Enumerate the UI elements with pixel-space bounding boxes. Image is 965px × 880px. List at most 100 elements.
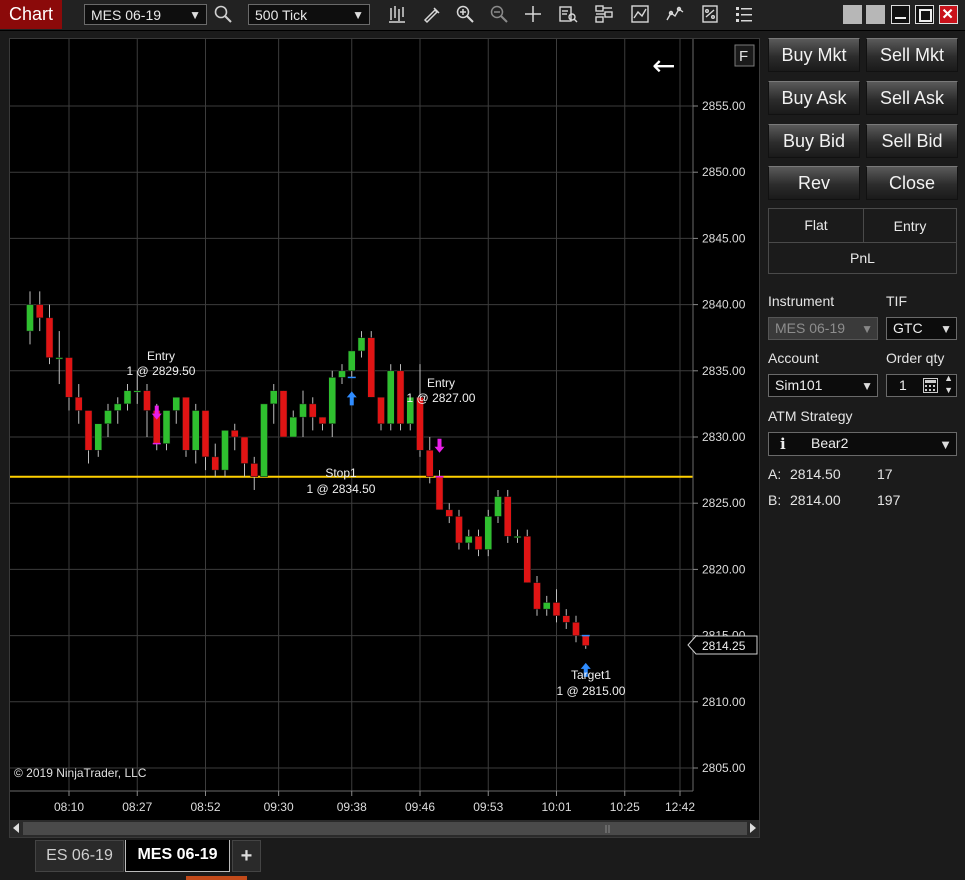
crosshair-icon[interactable] <box>522 3 544 25</box>
price-axis-label: 2840.00 <box>702 298 746 312</box>
stop-annotation-detail: 1 @ 2834.50 <box>307 482 376 496</box>
candle-body <box>504 496 512 537</box>
tif-select[interactable]: GTC ▼ <box>886 317 957 340</box>
close-position-button[interactable]: Close <box>866 166 958 200</box>
candle-body <box>513 536 522 539</box>
strategies-icon[interactable] <box>629 3 651 25</box>
candle-body <box>162 410 171 444</box>
chart-trader-panel: Buy Mkt Sell Mkt Buy Ask Sell Ask Buy Bi… <box>764 36 961 841</box>
price-axis-label: 2845.00 <box>702 231 746 245</box>
back-arrow-icon[interactable]: ← <box>652 49 675 82</box>
chart-panel[interactable]: 2805.002810.002815.002820.002825.002830.… <box>9 38 760 838</box>
candle-body <box>240 436 249 464</box>
properties-icon[interactable] <box>699 3 721 25</box>
candle-body <box>45 317 54 358</box>
qty-down-icon[interactable]: ▼ <box>944 385 953 395</box>
candle-body <box>338 370 346 378</box>
buy-ask-button[interactable]: Buy Ask <box>768 81 860 115</box>
float-button-label: F <box>739 48 748 65</box>
time-axis-label: 08:52 <box>190 800 220 814</box>
candle-body <box>133 390 141 393</box>
candle-body <box>260 403 268 477</box>
toolbar: Chart MES 06-19 ▼ 500 Tick ▼ <box>0 0 965 31</box>
candle-body <box>279 390 288 438</box>
interval-select-value: 500 Tick <box>255 7 308 23</box>
current-price-label: 2814.25 <box>702 639 746 653</box>
qty-up-icon[interactable]: ▲ <box>944 373 953 383</box>
candle-body <box>562 615 570 623</box>
candle-body <box>114 403 122 411</box>
candle-body <box>474 536 483 550</box>
instrument-select[interactable]: MES 06-19 ▼ <box>84 4 207 25</box>
candle-body <box>123 390 132 405</box>
sell-market-button[interactable]: Sell Mkt <box>866 38 958 72</box>
bid-label: B: <box>768 492 782 508</box>
zoom-in-icon[interactable] <box>454 3 476 25</box>
candle-body <box>36 304 44 319</box>
candle-body <box>250 463 258 477</box>
minimize-icon[interactable] <box>891 5 910 24</box>
data-box-icon[interactable] <box>557 3 579 25</box>
zoom-out-icon[interactable] <box>488 3 510 25</box>
add-tab-button[interactable]: + <box>232 840 261 872</box>
time-axis-label: 10:25 <box>610 800 640 814</box>
list-icon[interactable] <box>733 3 755 25</box>
candle-body <box>387 370 395 425</box>
tif-select-value: GTC <box>893 320 923 336</box>
info-icon[interactable]: i <box>780 434 786 455</box>
search-icon[interactable] <box>212 3 234 25</box>
candle-body <box>104 410 112 425</box>
candle-body <box>484 516 492 550</box>
drawing-pencil-icon[interactable] <box>420 3 442 25</box>
price-axis-label: 2835.00 <box>702 364 746 378</box>
entry-annotation-detail: 1 @ 2829.50 <box>127 364 196 378</box>
candle-body <box>299 403 307 418</box>
chevron-down-icon: ▼ <box>861 322 873 336</box>
candle-body <box>552 602 561 616</box>
restore-icon[interactable] <box>843 5 862 24</box>
buy-bid-button[interactable]: Buy Bid <box>768 124 860 158</box>
order-qty-value: 1 <box>899 377 907 393</box>
sell-bid-button[interactable]: Sell Bid <box>866 124 958 158</box>
chevron-down-icon: ▼ <box>352 8 364 22</box>
atm-strategy-select[interactable]: i Bear2 ▼ <box>768 432 957 456</box>
instrument-label: Instrument <box>768 293 835 309</box>
candle-body <box>172 397 180 411</box>
sell-ask-button[interactable]: Sell Ask <box>866 81 958 115</box>
price-chart[interactable]: 2805.002810.002815.002820.002825.002830.… <box>10 39 759 837</box>
candle-body <box>494 496 502 517</box>
exit-arrow-icon <box>346 391 357 406</box>
atm-strategy-label: ATM Strategy <box>768 408 853 424</box>
calculator-icon[interactable] <box>923 378 938 393</box>
order-qty-label: Order qty <box>886 350 945 366</box>
entry-annotation-detail: 1 @ 2827.00 <box>407 391 476 405</box>
candle-body <box>309 403 317 418</box>
account-label: Account <box>768 350 819 366</box>
time-axis-label: 08:27 <box>122 800 152 814</box>
bar-type-icon[interactable] <box>386 3 408 25</box>
tab-es-06-19[interactable]: ES 06-19 <box>35 840 124 872</box>
tab-bar: ES 06-19 MES 06-19 + <box>0 838 965 880</box>
candle-body <box>377 397 385 425</box>
chart-trader-icon[interactable] <box>664 3 686 25</box>
scrollbar-thumb[interactable] <box>23 822 747 835</box>
close-icon[interactable] <box>939 5 958 24</box>
buy-market-button[interactable]: Buy Mkt <box>768 38 860 72</box>
chevron-down-icon: ▼ <box>189 8 201 22</box>
price-axis-label: 2855.00 <box>702 99 746 113</box>
candle-body <box>201 410 210 458</box>
order-qty-input[interactable]: 1 ▲ ▼ <box>886 373 957 397</box>
maximize-icon[interactable] <box>915 5 934 24</box>
restore2-icon[interactable] <box>866 5 885 24</box>
time-axis-label: 09:30 <box>264 800 294 814</box>
reverse-button[interactable]: Rev <box>768 166 860 200</box>
indicators-icon[interactable] <box>593 3 615 25</box>
tif-label: TIF <box>886 293 907 309</box>
tab-mes-06-19[interactable]: MES 06-19 <box>125 840 230 872</box>
price-axis-label: 2850.00 <box>702 165 746 179</box>
price-axis-label: 2830.00 <box>702 430 746 444</box>
copyright-text: © 2019 NinjaTrader, LLC <box>14 766 147 780</box>
interval-select[interactable]: 500 Tick ▼ <box>248 4 370 25</box>
account-select[interactable]: Sim101 ▼ <box>768 374 878 397</box>
candle-body <box>270 390 278 405</box>
